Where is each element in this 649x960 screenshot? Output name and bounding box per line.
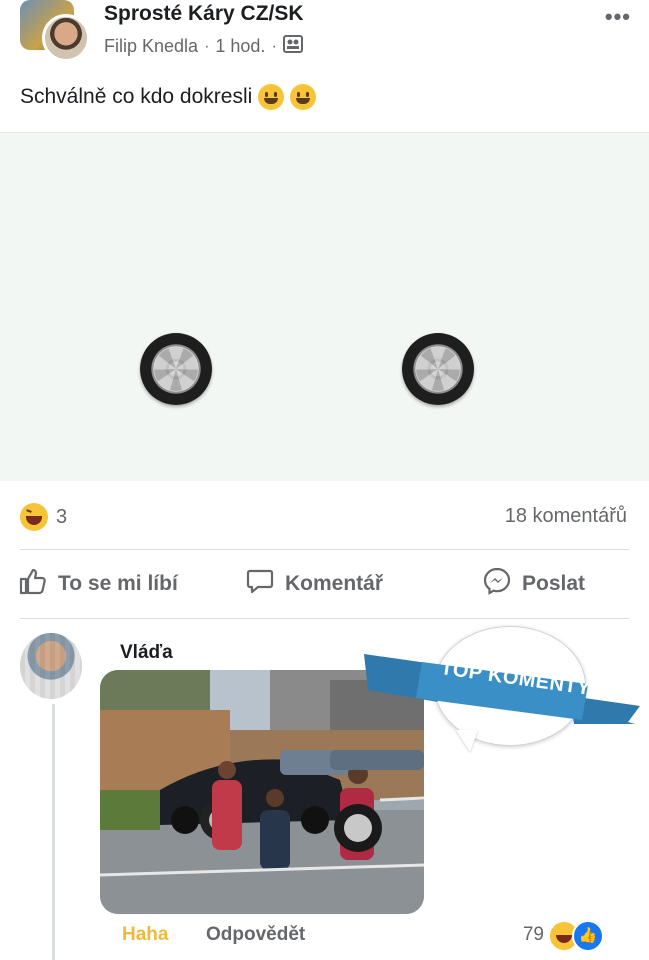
post-text-content: Schválně co kdo dokresli: [20, 85, 253, 108]
group-members-icon: [282, 35, 303, 58]
messenger-icon: [482, 566, 512, 602]
divider: [20, 549, 629, 550]
haha-reaction-icon: [20, 503, 48, 531]
comment-author[interactable]: Vláďa: [120, 642, 173, 664]
smile-emoji-icon-2: [290, 84, 317, 110]
smile-emoji-icon: [258, 84, 285, 110]
comment-label: Komentář: [285, 572, 384, 595]
comment-reaction-count[interactable]: 79: [523, 924, 544, 946]
like-button[interactable]: To se mi líbí: [18, 566, 178, 602]
more-options-icon[interactable]: •••: [605, 4, 631, 30]
comment-reply-button[interactable]: Odpovědět: [206, 924, 305, 946]
post-meta: Filip Knedla · 1 hod. ·: [104, 35, 303, 58]
reaction-count: 3: [56, 505, 68, 528]
wheel-left-image: [140, 333, 212, 405]
action-bar: To se mi líbí Komentář Poslat: [0, 566, 649, 606]
like-mini-icon: 👍: [572, 920, 604, 952]
top-comments-badge: TOP KOMENTY: [356, 622, 646, 756]
badge-bubble-tail: [456, 730, 478, 752]
wheel-right-image: [402, 333, 474, 405]
avatar-stack[interactable]: [20, 0, 90, 62]
share-label: Poslat: [522, 572, 586, 595]
separator-dot: ·: [204, 37, 210, 55]
post-text: Schválně co kdo dokresli: [20, 84, 317, 110]
author-avatar[interactable]: [42, 14, 90, 62]
post-image[interactable]: [0, 132, 649, 481]
comment-reaction-icons[interactable]: 👍: [548, 918, 610, 952]
commenter-avatar[interactable]: [20, 633, 82, 699]
thumbs-up-icon: [18, 566, 48, 602]
thread-line: [52, 704, 55, 960]
comment-button[interactable]: Komentář: [245, 566, 383, 602]
comments-count[interactable]: 18 komentářů: [505, 505, 627, 528]
author-name[interactable]: Filip Knedla: [104, 36, 198, 57]
group-name[interactable]: Sprosté Káry CZ/SK: [104, 2, 304, 26]
speech-bubble-icon: [245, 566, 275, 602]
post-time[interactable]: 1 hod.: [215, 36, 265, 57]
share-button[interactable]: Poslat: [482, 566, 585, 602]
separator-dot-2: ·: [271, 37, 277, 55]
comment-haha-button[interactable]: Haha: [122, 924, 168, 946]
reactions-summary[interactable]: 3: [20, 503, 67, 531]
like-label: To se mi líbí: [58, 572, 178, 595]
divider-2: [20, 618, 629, 619]
